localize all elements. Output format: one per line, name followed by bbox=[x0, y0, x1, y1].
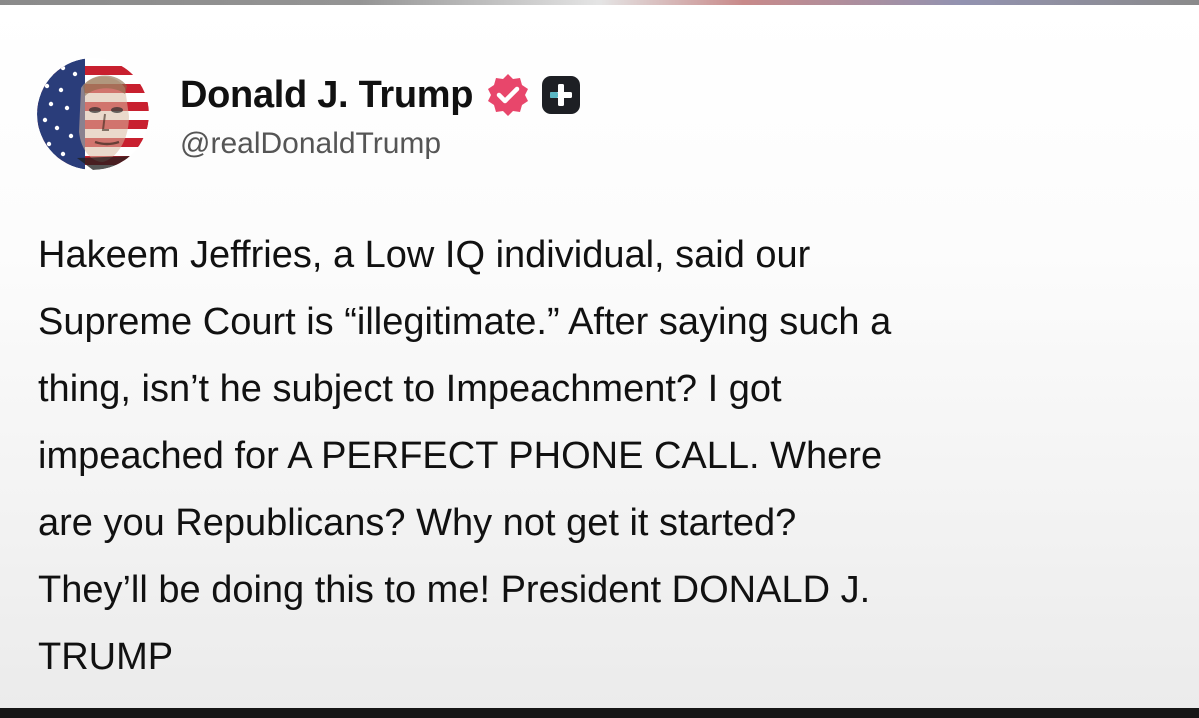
author-display-name[interactable]: Donald J. Trump bbox=[180, 74, 474, 117]
top-edge-strip bbox=[0, 0, 1199, 5]
post-card: Donald J. Trump @realDonaldTrump Hakeem … bbox=[0, 0, 1199, 708]
post-body: Hakeem Jeffries, a Low IQ individual, sa… bbox=[38, 222, 1178, 691]
post-body-line: Hakeem Jeffries, a Low IQ individual, sa… bbox=[38, 234, 811, 276]
author-avatar[interactable] bbox=[37, 58, 149, 170]
flag-portrait-avatar-icon bbox=[37, 58, 149, 170]
verified-badge-icon bbox=[485, 72, 531, 118]
author-handle[interactable]: @realDonaldTrump bbox=[180, 127, 441, 161]
author-name-row: Donald J. Trump bbox=[180, 70, 581, 120]
post-body-line: are you Republicans? Why not get it star… bbox=[38, 502, 797, 544]
post-body-line: impeached for A PERFECT PHONE CALL. Wher… bbox=[38, 435, 883, 477]
post-body-line: TRUMP bbox=[38, 636, 174, 678]
post-body-line: They’ll be doing this to me! President D… bbox=[38, 569, 871, 611]
bottom-edge-bar bbox=[0, 708, 1199, 718]
post-body-line: Supreme Court is “illegitimate.” After s… bbox=[38, 301, 892, 343]
post-body-line: thing, isn’t he subject to Impeachment? … bbox=[38, 368, 782, 410]
plus-badge-icon[interactable] bbox=[541, 75, 581, 115]
